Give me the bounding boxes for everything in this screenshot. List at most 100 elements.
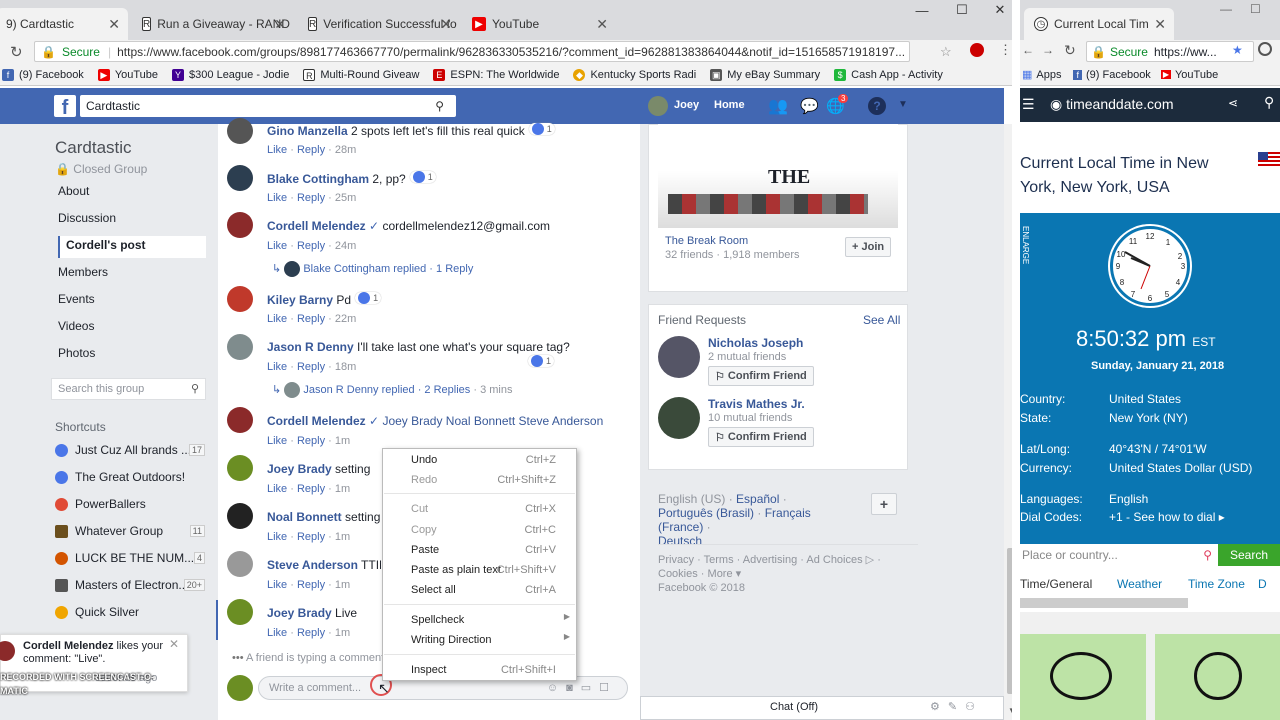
group-banner[interactable]: THE <box>658 124 898 228</box>
close-icon[interactable]: ✕ <box>440 16 452 33</box>
footer-link[interactable]: Ad Choices <box>806 554 862 566</box>
reaction-count[interactable]: 1 <box>528 355 555 367</box>
shortcut-item[interactable]: Whatever Group 11 <box>55 524 205 538</box>
comment-author[interactable]: Cordell Melendez <box>267 414 366 428</box>
back-icon[interactable]: ← <box>1022 43 1034 57</box>
menu-icon[interactable]: ⋮ <box>999 42 1012 58</box>
avatar[interactable] <box>227 165 253 191</box>
close-icon[interactable]: ✕ <box>108 16 120 33</box>
menu-item-paste[interactable]: Paste <box>411 544 439 556</box>
reload-icon[interactable]: ↻ <box>10 43 23 61</box>
forward-icon[interactable]: → <box>1042 43 1054 57</box>
address-bar[interactable]: 🔒 Secure https://ww... <box>1086 41 1254 62</box>
bookmark[interactable]: R Multi-Round Giveaw <box>303 68 419 81</box>
bookmark[interactable]: E ESPN: The Worldwide <box>433 68 559 81</box>
like-link[interactable]: Like <box>267 313 287 325</box>
friends-icon[interactable]: 👥 <box>768 96 788 116</box>
reply-link[interactable]: Reply <box>297 144 325 156</box>
shortcut-item[interactable]: Just Cuz All brands ... 17 <box>55 443 205 457</box>
place-search-input[interactable]: Place or country... ⚲ <box>1020 544 1218 566</box>
avatar[interactable] <box>227 286 253 312</box>
shortcut-item[interactable]: PowerBallers <box>55 497 205 511</box>
comment-author[interactable]: Cordell Melendez <box>267 219 366 233</box>
nav-about[interactable]: About <box>58 184 89 198</box>
facebook-logo[interactable]: f <box>54 95 76 119</box>
nav-photos[interactable]: Photos <box>58 346 95 360</box>
nav-discussion[interactable]: Discussion <box>58 211 116 225</box>
footer-link[interactable]: Advertising <box>743 554 797 566</box>
avatar[interactable] <box>227 212 253 238</box>
tab-time-zone[interactable]: Time Zone <box>1188 577 1245 591</box>
menu-item-undo[interactable]: Undo <box>411 454 437 466</box>
close-icon[interactable]: ✕ <box>169 637 179 651</box>
chevron-down-icon[interactable]: ▼ <box>898 99 908 110</box>
nav-cordells-post[interactable]: Cordell's post <box>66 238 146 252</box>
minimize-icon[interactable]: — <box>1220 2 1232 16</box>
reply-link[interactable]: Reply <box>297 435 325 447</box>
nav-events[interactable]: Events <box>58 292 95 306</box>
comment-author[interactable]: Jason R Denny <box>267 340 354 354</box>
reload-icon[interactable]: ↻ <box>1064 42 1076 59</box>
tab-time-general[interactable]: Time/General <box>1020 577 1092 591</box>
menu-item-inspect[interactable]: Inspect <box>411 664 446 676</box>
adblock-icon[interactable] <box>970 43 984 57</box>
shortcut-item[interactable]: LUCK BE THE NUM... 4 <box>55 551 205 565</box>
add-language-button[interactable]: + <box>871 493 897 515</box>
bookmark[interactable]: Apps <box>1036 69 1061 81</box>
avatar[interactable] <box>658 397 700 439</box>
bookmark[interactable]: Y $300 League - Jodie <box>172 68 289 81</box>
like-link[interactable]: Like <box>267 144 287 156</box>
minimize-icon[interactable]: — <box>902 0 942 20</box>
horizontal-scrollbar[interactable] <box>1020 598 1188 608</box>
comment-author[interactable]: Joey Brady <box>267 606 332 620</box>
like-link[interactable]: Like <box>267 361 287 373</box>
bookmark[interactable]: (9) Facebook <box>1086 69 1151 81</box>
comment-author[interactable]: Noal Bonnett <box>267 510 342 524</box>
reaction-count[interactable]: 1 <box>355 292 382 304</box>
footer-link[interactable]: More <box>708 568 733 580</box>
bookmark[interactable]: $ Cash App - Activity <box>834 68 943 81</box>
scroll-down-icon[interactable]: ▼ <box>1008 706 1012 715</box>
menu-item-writing-direction[interactable]: Writing Direction <box>411 634 492 646</box>
bookmark[interactable]: f (9) Facebook <box>2 68 84 81</box>
confirm-friend-button[interactable]: ⚐ Confirm Friend <box>708 427 814 447</box>
like-link[interactable]: Like <box>267 192 287 204</box>
reply-link[interactable]: Reply <box>297 483 325 495</box>
home-link[interactable]: Home <box>714 99 745 111</box>
site-logo[interactable]: ◉ timeanddate.com <box>1050 96 1174 113</box>
search-icon[interactable]: ⚲ <box>435 95 444 117</box>
nav-members[interactable]: Members <box>58 265 108 279</box>
search-button[interactable]: Search <box>1218 544 1280 566</box>
address-bar[interactable]: 🔒 Secure | https://www.facebook.com/grou… <box>34 41 910 62</box>
friend-name[interactable]: Nicholas Joseph <box>708 336 803 350</box>
tab-more[interactable]: D <box>1258 577 1267 591</box>
menu-item-paste-plain[interactable]: Paste as plain text <box>411 564 501 576</box>
messenger-icon[interactable]: 💬 <box>800 97 819 115</box>
enlarge-toggle[interactable]: ENLARGE <box>1021 226 1030 290</box>
language-link[interactable]: Português (Brasil) <box>658 506 754 520</box>
reply-link[interactable]: Reply <box>297 192 325 204</box>
bookmark[interactable]: ▣ My eBay Summary <box>710 68 820 81</box>
maximize-icon[interactable]: ☐ <box>1250 2 1261 16</box>
shortcut-item[interactable]: The Great Outdoors! <box>55 470 205 484</box>
dial-codes-link[interactable]: +1 - See how to dial ▸ <box>1109 510 1225 524</box>
avatar[interactable] <box>227 599 253 625</box>
tab-timeanddate[interactable]: ◷ Current Local Tim ✕ <box>1024 8 1174 40</box>
facebook-search-input[interactable]: Cardtastic ⚲ <box>80 95 456 117</box>
avatar[interactable] <box>658 336 700 378</box>
reaction-count[interactable]: 1 <box>409 171 436 183</box>
profile-link[interactable]: Joey <box>674 99 699 111</box>
account-icon[interactable] <box>1258 42 1272 56</box>
scrollbar-thumb[interactable] <box>1007 548 1012 694</box>
like-link[interactable]: Like <box>267 483 287 495</box>
confirm-friend-button[interactable]: ⚐ Confirm Friend <box>708 366 814 386</box>
reply-link[interactable]: Reply <box>297 579 325 591</box>
language-link[interactable]: Español <box>736 492 779 506</box>
comment-author[interactable]: Gino Manzella <box>267 124 348 138</box>
avatar[interactable] <box>227 455 253 481</box>
footer-link[interactable]: Terms <box>704 554 734 566</box>
avatar[interactable] <box>227 407 253 433</box>
language-link[interactable]: Deutsch <box>658 534 702 548</box>
footer-link[interactable]: Cookies <box>658 568 698 580</box>
group-search-input[interactable]: Search this group ⚲ <box>51 378 206 400</box>
